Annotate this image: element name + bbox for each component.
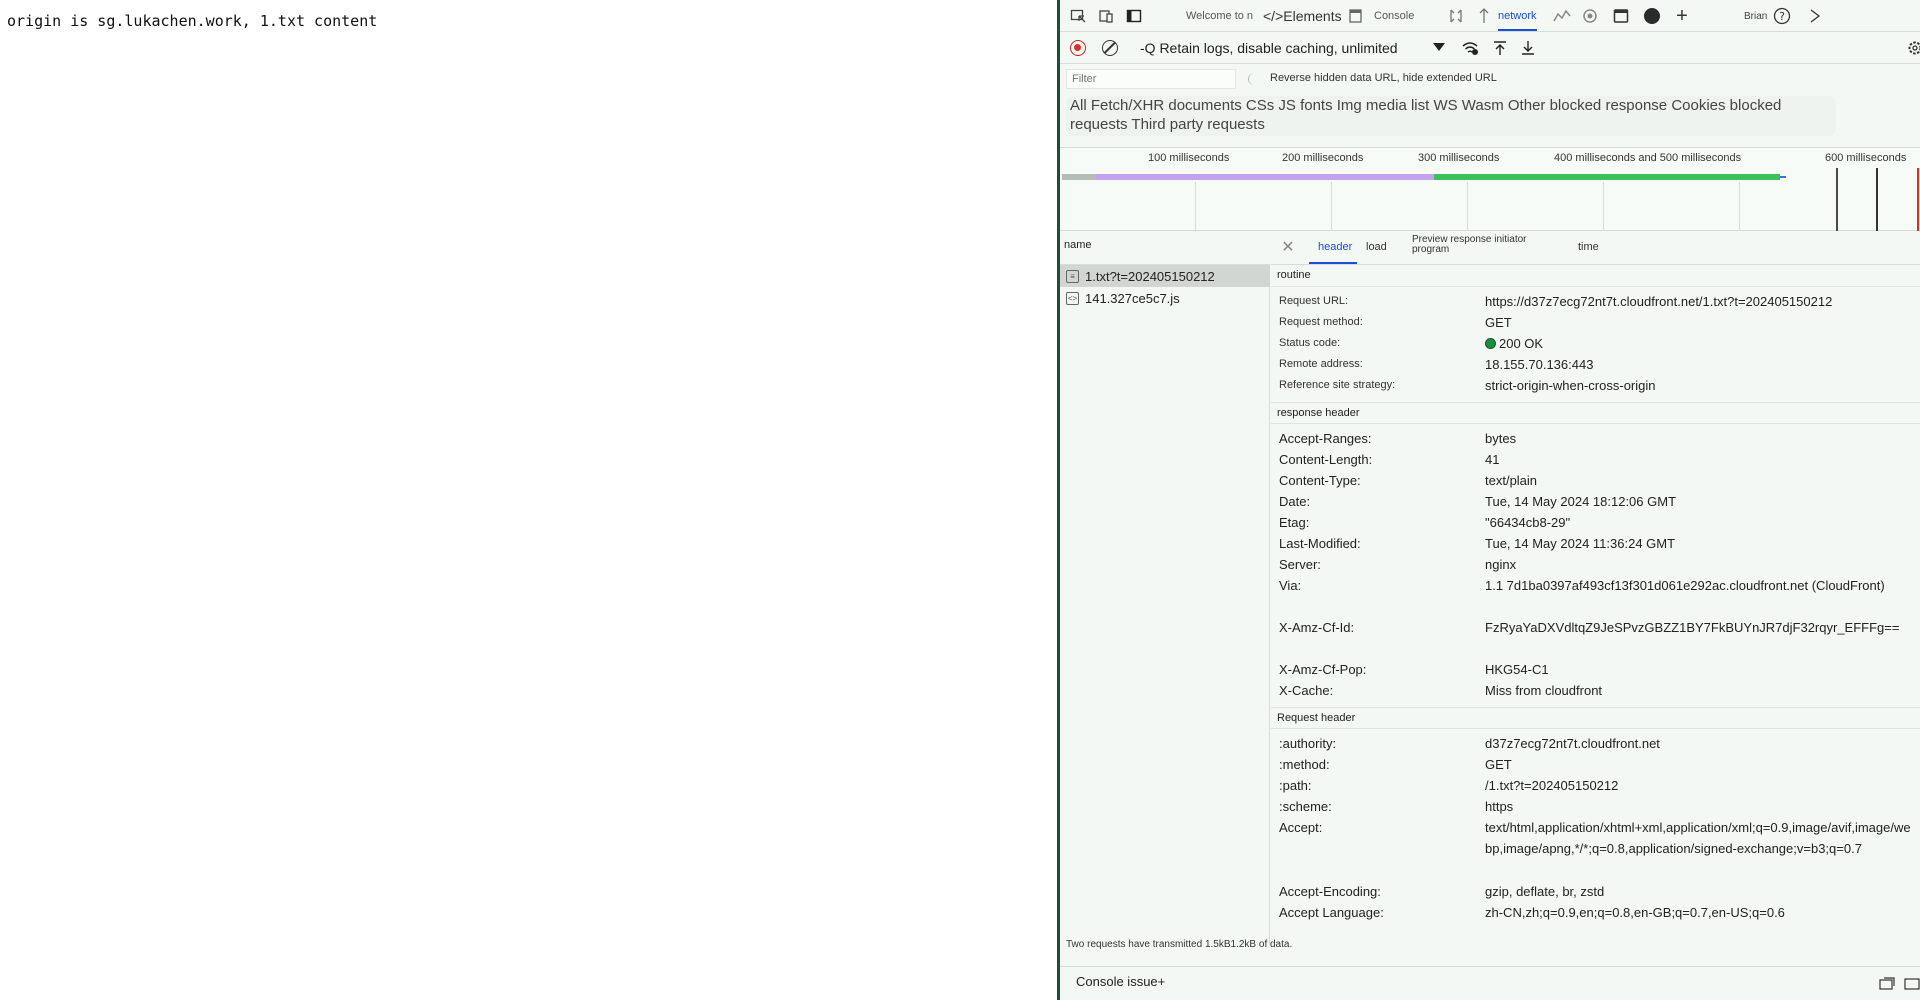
timeline-bar-second-request xyxy=(1780,176,1786,178)
network-settings-gear-icon[interactable] xyxy=(1905,38,1920,58)
timeline-gridline xyxy=(1331,182,1332,232)
tab-timing[interactable]: time xyxy=(1578,241,1599,253)
script-icon: <> xyxy=(1066,291,1079,305)
name-column-header[interactable]: name xyxy=(1060,231,1270,265)
export-har-icon[interactable] xyxy=(1518,38,1538,58)
timeline-gridline xyxy=(1195,182,1196,232)
network-summary: Two requests have transmitted 1.5kB1.2kB… xyxy=(1066,939,1293,950)
lighthouse-icon[interactable] xyxy=(1642,6,1662,26)
drawer-dock-icon[interactable] xyxy=(1877,974,1897,994)
tab-welcome[interactable]: Welcome to n xyxy=(1186,0,1253,32)
console-tab-icon xyxy=(1346,6,1366,26)
tab-headers[interactable]: header xyxy=(1318,241,1352,253)
filter-options-label[interactable]: Reverse hidden data URL, hide extended U… xyxy=(1270,72,1497,84)
request-name: 141.327ce5c7.js xyxy=(1085,290,1180,306)
active-tab-indicator xyxy=(1309,262,1357,264)
request-name: 1.txt?t=202405150212 xyxy=(1085,268,1215,284)
resource-type-filters[interactable]: All Fetch/XHR documents CSs JS fonts Img… xyxy=(1066,96,1836,136)
memory-icon[interactable] xyxy=(1580,6,1600,26)
general-section-header[interactable]: routine xyxy=(1271,265,1920,287)
filter-checkbox[interactable] xyxy=(1248,73,1258,85)
more-options-icon[interactable] xyxy=(1800,6,1832,26)
drawer-bar: Console issue+ xyxy=(1060,966,1920,1000)
timeline-bar-stalled xyxy=(1062,174,1096,180)
clear-icon[interactable] xyxy=(1102,40,1118,56)
inspect-element-icon[interactable] xyxy=(1068,6,1088,26)
request-row[interactable]: <> 141.327ce5c7.js xyxy=(1060,287,1270,309)
network-tab-icon xyxy=(1474,6,1494,26)
response-headers-section-header[interactable]: response header xyxy=(1271,402,1920,424)
corner-label: Brian xyxy=(1744,10,1768,22)
filter-row: Reverse hidden data URL, hide extended U… xyxy=(1060,64,1920,94)
document-icon: ≡ xyxy=(1066,269,1079,283)
sources-icon[interactable] xyxy=(1446,6,1466,26)
dock-side-icon[interactable] xyxy=(1124,6,1144,26)
request-detail-panel: ✕ header load Preview response initiator… xyxy=(1271,231,1920,971)
web-page: origin is sg.lukachen.work, 1.txt conten… xyxy=(0,0,1057,1000)
tab-payload[interactable]: load xyxy=(1366,241,1387,253)
timeline-tick: 100 milliseconds xyxy=(1148,152,1230,164)
timeline-load-marker xyxy=(1917,168,1919,232)
devtools-main-toolbar: Welcome to n </>Elements Console network… xyxy=(1060,0,1920,32)
network-toolbar: -Q Retain logs, disable caching, unlimit… xyxy=(1060,32,1920,64)
devtools-panel: Welcome to n </>Elements Console network… xyxy=(1060,0,1920,1000)
timeline-tick: 200 milliseconds xyxy=(1282,152,1364,164)
request-list: ≡ 1.txt?t=202405150212 <> 141.327ce5c7.j… xyxy=(1060,265,1270,945)
request-headers-section-header[interactable]: Request header xyxy=(1271,707,1920,729)
timeline-gridline xyxy=(1467,182,1468,232)
record-icon[interactable] xyxy=(1070,40,1086,56)
timeline-tick: 400 milliseconds and 500 milliseconds xyxy=(1554,152,1742,164)
timeline-tick: 600 milliseconds xyxy=(1825,152,1907,164)
detail-tabs: ✕ header load Preview response initiator… xyxy=(1271,231,1920,265)
performance-icon[interactable] xyxy=(1552,6,1572,26)
status-code: 200 OK xyxy=(1499,336,1544,351)
tab-elements[interactable]: </>Elements xyxy=(1263,0,1342,32)
throttle-select[interactable]: -Q Retain logs, disable caching, unlimit… xyxy=(1140,40,1398,56)
page-content-text: origin is sg.lukachen.work, 1.txt conten… xyxy=(7,12,378,30)
chevron-down-icon[interactable] xyxy=(1433,43,1445,51)
tab-preview-response-initiator[interactable]: Preview response initiator program xyxy=(1412,235,1542,255)
drawer-tab-console-issues[interactable]: Console issue+ xyxy=(1076,974,1165,989)
application-icon[interactable] xyxy=(1611,6,1631,26)
timeline-marker xyxy=(1876,168,1878,232)
network-conditions-icon[interactable] xyxy=(1460,38,1480,58)
status-ok-icon xyxy=(1485,338,1496,349)
timeline-tick: 300 milliseconds xyxy=(1418,152,1500,164)
timeline-dom-content-loaded-marker xyxy=(1836,168,1838,232)
device-toolbar-icon[interactable] xyxy=(1096,6,1116,26)
more-tabs-plus-icon[interactable]: + xyxy=(1672,5,1692,27)
tab-network[interactable]: network xyxy=(1498,0,1537,32)
svg-text:?: ? xyxy=(1779,10,1785,23)
timeline-bar-download xyxy=(1434,174,1780,180)
drawer-expand-icon[interactable] xyxy=(1902,974,1920,994)
close-icon[interactable]: ✕ xyxy=(1279,239,1297,257)
help-icon[interactable]: ? xyxy=(1772,6,1792,26)
timeline-overview[interactable]: 100 milliseconds 200 milliseconds 300 mi… xyxy=(1060,147,1920,232)
timeline-gridline xyxy=(1603,182,1604,232)
timeline-bar-waiting xyxy=(1096,174,1434,180)
filter-input[interactable] xyxy=(1066,69,1236,89)
request-row[interactable]: ≡ 1.txt?t=202405150212 xyxy=(1060,265,1270,287)
import-har-icon[interactable] xyxy=(1490,38,1510,58)
timeline-gridline xyxy=(1739,182,1740,232)
tab-console[interactable]: Console xyxy=(1374,0,1414,32)
